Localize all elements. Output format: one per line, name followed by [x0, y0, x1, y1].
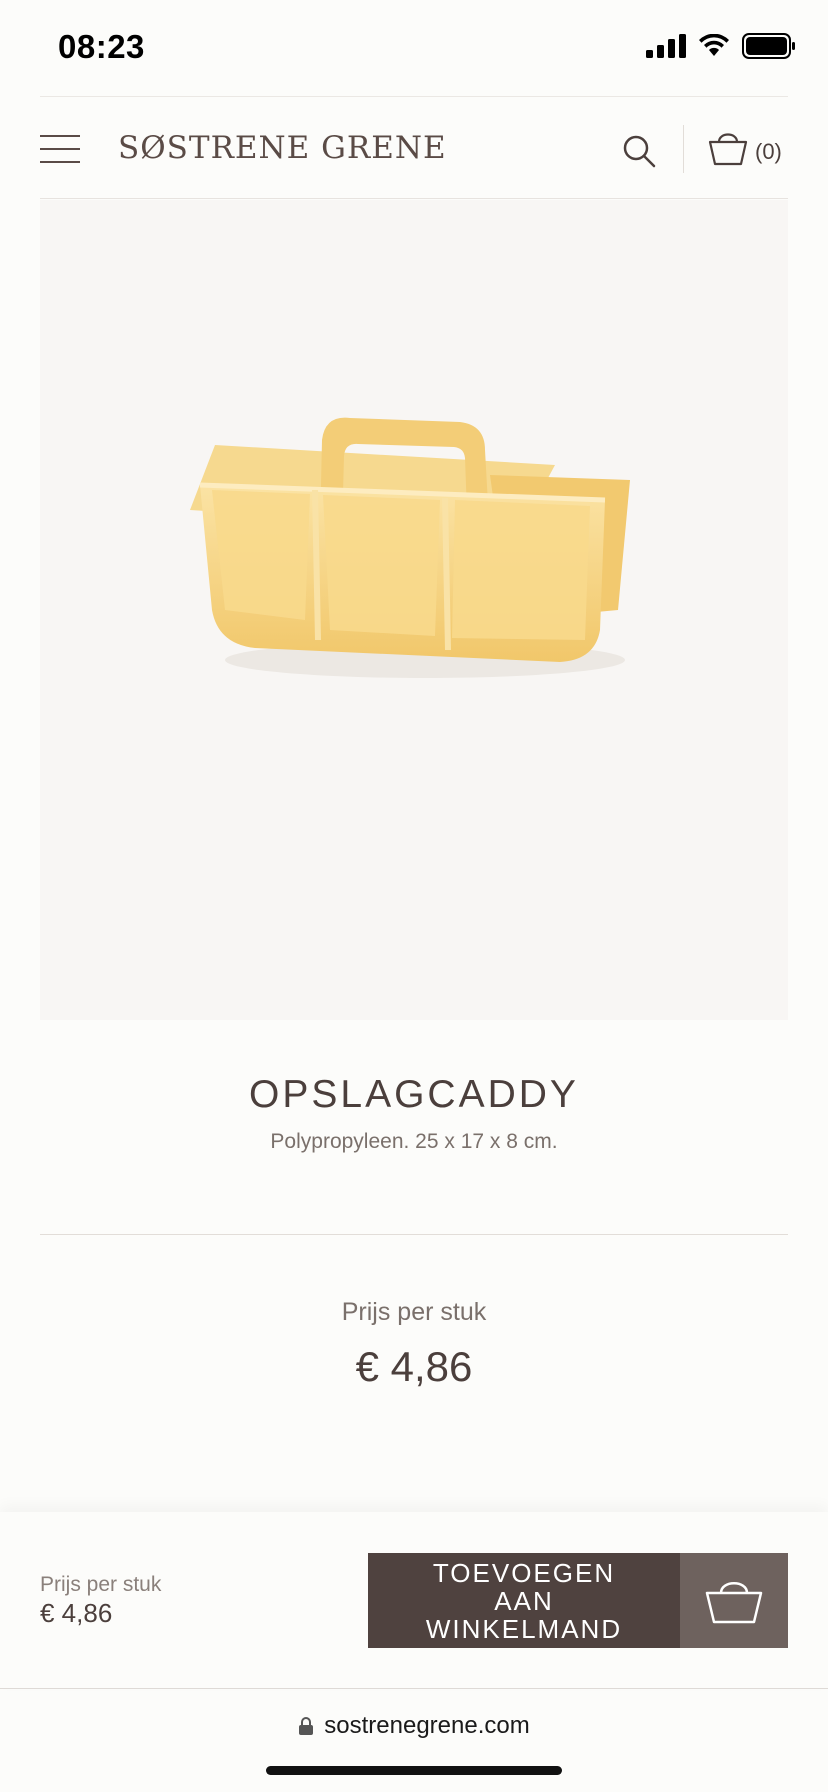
- header-separator: [683, 125, 684, 173]
- hamburger-menu-icon[interactable]: [40, 135, 80, 163]
- add-to-cart-basket[interactable]: [680, 1553, 788, 1648]
- info-divider: [40, 1234, 788, 1235]
- battery-icon: [742, 33, 795, 59]
- lock-icon: [299, 1717, 314, 1735]
- status-icons: [646, 33, 796, 59]
- basket-icon: [708, 133, 748, 166]
- basket-icon: [705, 1581, 763, 1623]
- search-icon[interactable]: [622, 134, 656, 168]
- status-divider: [40, 96, 788, 97]
- url-bar[interactable]: sostrenegrene.com: [0, 1712, 828, 1740]
- product-description: Polypropyleen. 25 x 17 x 8 cm.: [270, 1130, 558, 1153]
- add-to-cart-label[interactable]: TOEVOEGEN AAN WINKELMAND: [368, 1553, 680, 1648]
- product-title: OPSLAGCADDY: [249, 1073, 579, 1116]
- signal-icon: [646, 34, 686, 58]
- status-time: 08:23: [58, 28, 145, 65]
- storage-caddy-image: [190, 417, 630, 678]
- add-to-cart-button[interactable]: TOEVOEGEN AAN WINKELMAND: [368, 1553, 788, 1648]
- price-value: € 4,86: [355, 1343, 473, 1390]
- sticky-price-label: Prijs per stuk: [40, 1573, 162, 1596]
- wifi-icon: [699, 34, 729, 56]
- brand-logo[interactable]: SØSTRENE GRENE: [118, 130, 447, 166]
- cart-count: (0): [755, 139, 782, 164]
- url-text[interactable]: sostrenegrene.com: [324, 1712, 529, 1740]
- header-divider: [40, 198, 788, 199]
- price-label: Prijs per stuk: [341, 1298, 487, 1326]
- home-indicator[interactable]: [266, 1766, 562, 1775]
- sticky-price-value: € 4,86: [40, 1598, 113, 1628]
- product-image[interactable]: [40, 200, 788, 1020]
- cart-button[interactable]: (0): [707, 130, 782, 166]
- browser-divider: [0, 1688, 828, 1689]
